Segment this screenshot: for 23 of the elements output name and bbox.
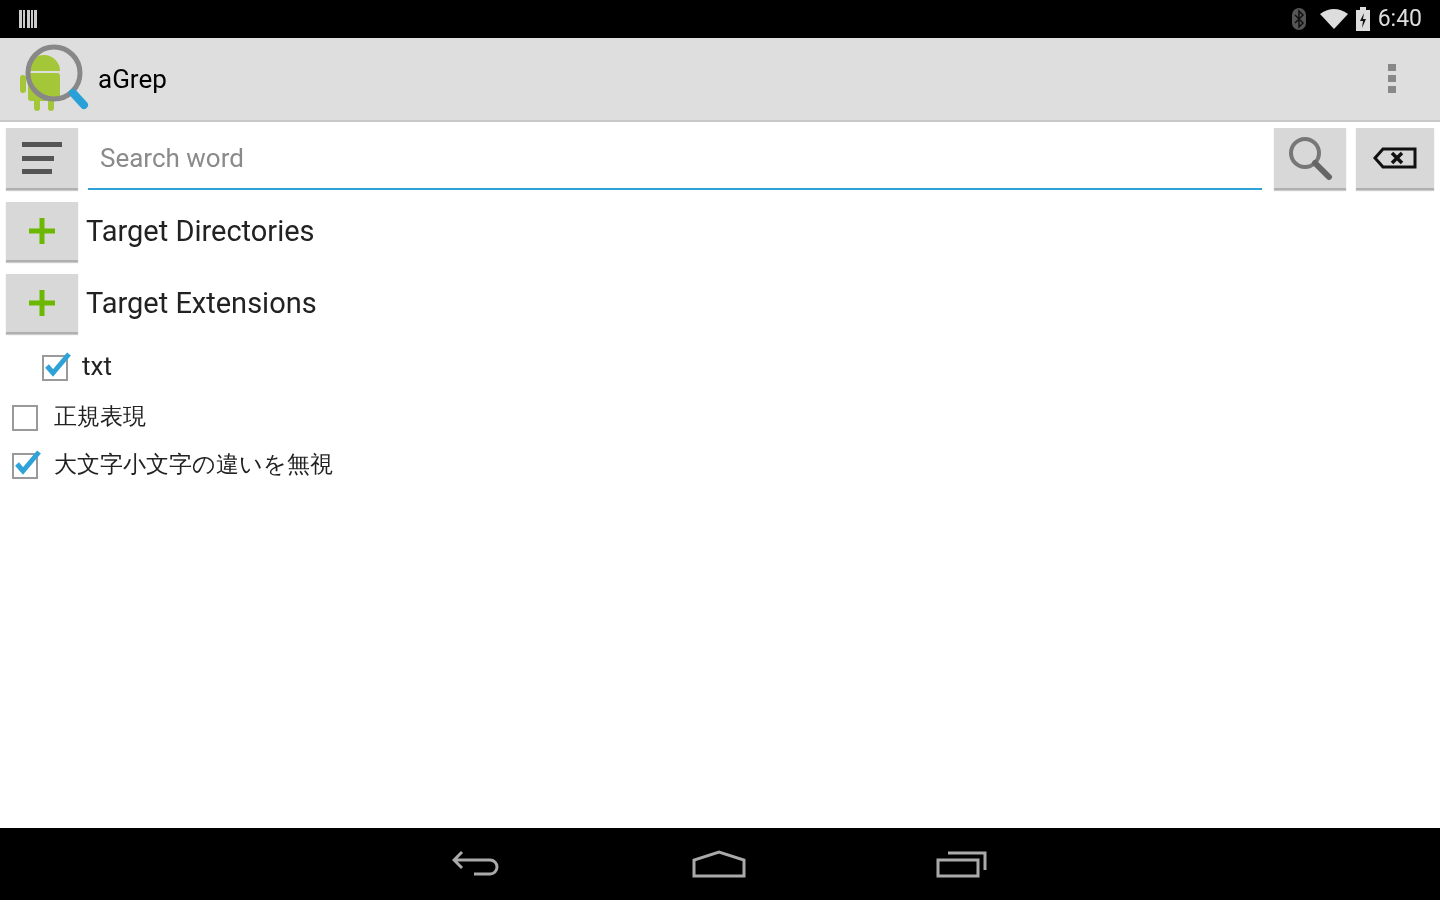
battery-icon xyxy=(1355,7,1370,31)
plus-icon xyxy=(27,216,57,246)
recent-apps-icon[interactable] xyxy=(936,850,988,878)
barcode-icon xyxy=(18,9,38,29)
search-icon xyxy=(1287,135,1333,181)
clock: 6:40 xyxy=(1377,3,1422,34)
backspace-icon xyxy=(1373,147,1417,169)
section-label: Target Directories xyxy=(86,213,315,251)
bluetooth-icon xyxy=(1291,8,1306,30)
option-label: 正規表現 xyxy=(54,401,146,431)
app-title: aGrep xyxy=(98,62,167,96)
menu-icon xyxy=(20,140,64,176)
search-field[interactable]: Search word xyxy=(88,128,1262,190)
search-button[interactable] xyxy=(1274,128,1346,190)
wifi-icon xyxy=(1319,8,1348,30)
overflow-menu-icon[interactable] xyxy=(1388,64,1396,94)
clear-button[interactable] xyxy=(1356,128,1434,190)
home-icon[interactable] xyxy=(692,850,746,878)
section-label: Target Extensions xyxy=(86,285,317,323)
menu-button[interactable] xyxy=(6,128,78,190)
option-label: 大文字小文字の違いを無視 xyxy=(54,449,333,479)
extension-label: txt xyxy=(82,349,112,383)
plus-icon xyxy=(27,288,57,318)
